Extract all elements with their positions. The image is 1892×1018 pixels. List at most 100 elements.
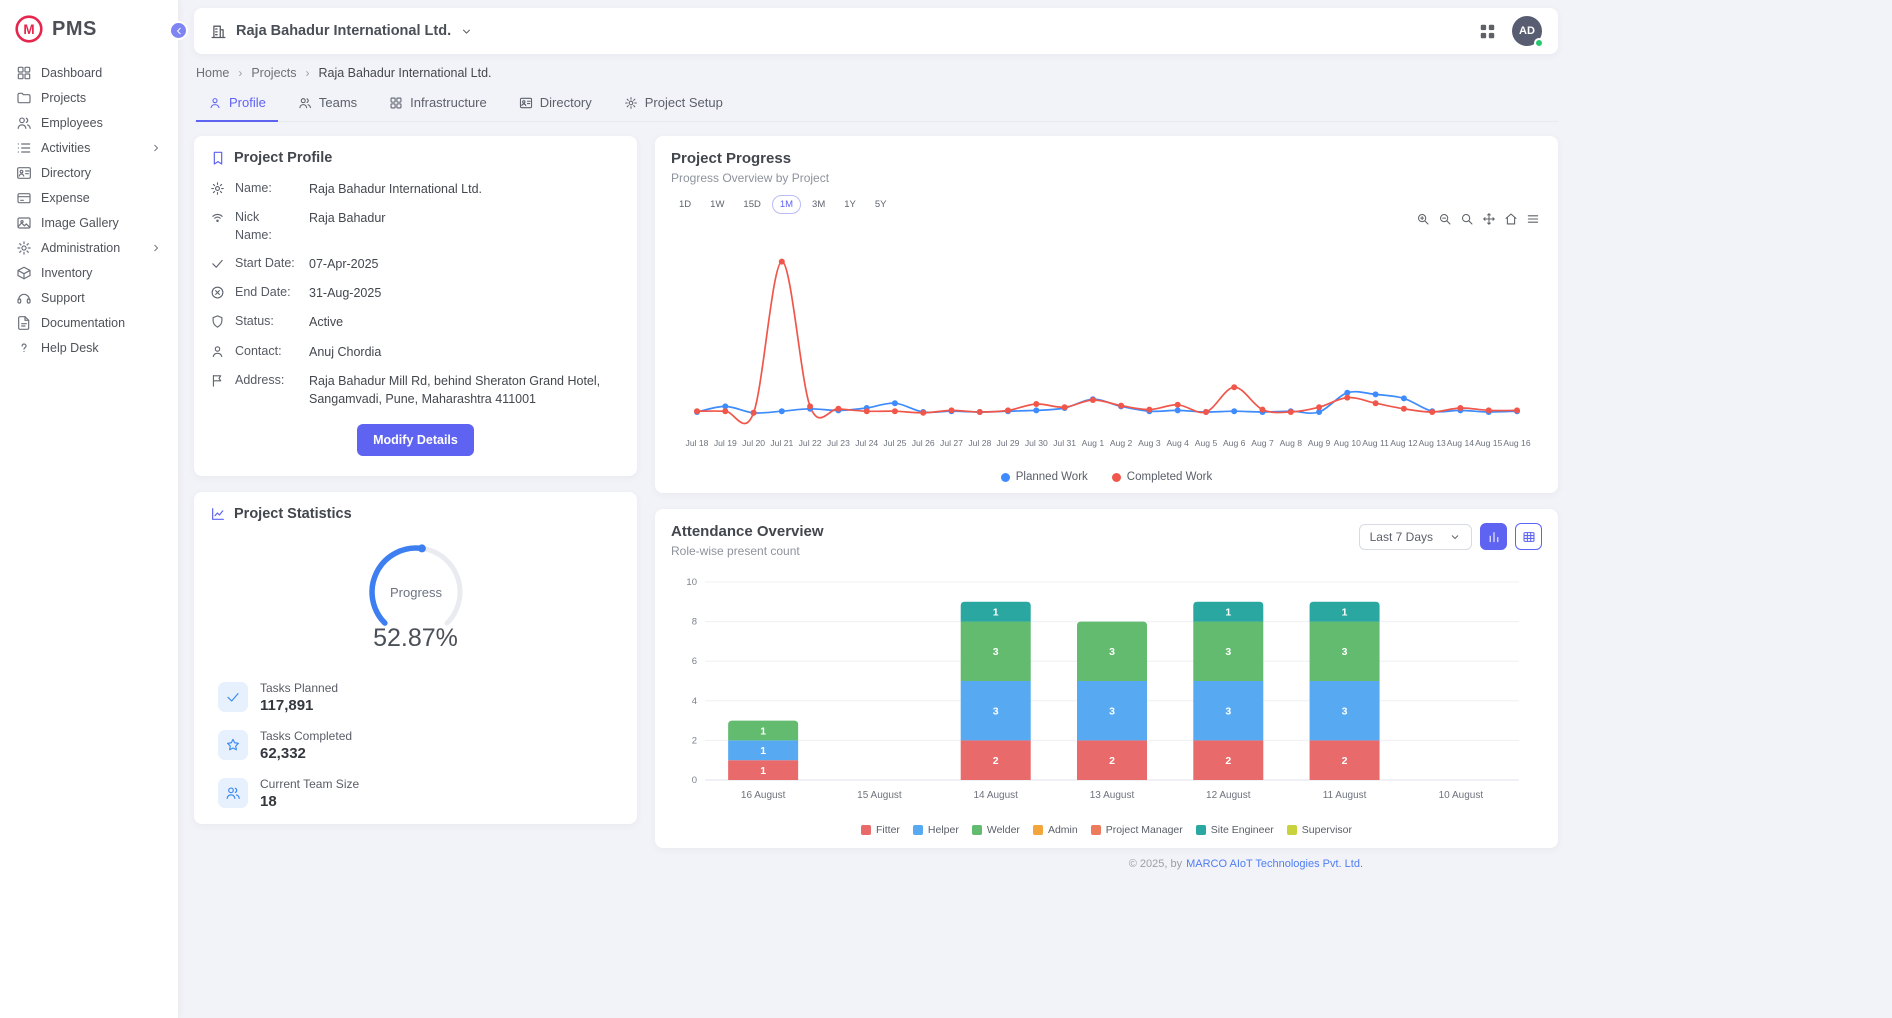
svg-text:Jul 21: Jul 21 xyxy=(770,438,793,448)
sidebar-item-administration[interactable]: Administration xyxy=(0,235,178,260)
svg-text:Aug 15: Aug 15 xyxy=(1475,438,1502,448)
breadcrumb-item-home[interactable]: Home xyxy=(196,66,229,80)
legend-welder[interactable]: Welder xyxy=(972,824,1020,836)
attendance-card-title: Attendance Overview xyxy=(671,523,824,540)
tab-directory[interactable]: Directory xyxy=(507,88,604,122)
zoom-in-icon[interactable] xyxy=(1416,212,1430,226)
sidebar-item-projects[interactable]: Projects xyxy=(0,85,178,110)
bar-chart-icon xyxy=(1487,530,1501,544)
field-label: Start Date: xyxy=(235,255,299,273)
project-progress-card: Project Progress Progress Overview by Pr… xyxy=(655,136,1558,493)
table-icon xyxy=(1522,530,1536,544)
app-logo[interactable]: M PMS xyxy=(0,0,178,60)
sidebar-item-label: Support xyxy=(41,291,85,305)
sidebar-item-image-gallery[interactable]: Image Gallery xyxy=(0,210,178,235)
apps-grid-icon[interactable] xyxy=(1478,22,1497,41)
sidebar-item-dashboard[interactable]: Dashboard xyxy=(0,60,178,85)
svg-text:2: 2 xyxy=(1109,755,1115,767)
tab-profile[interactable]: Profile xyxy=(196,88,278,122)
administration-icon xyxy=(16,240,32,256)
breadcrumb-separator: › xyxy=(238,66,242,80)
breadcrumb-item-projects[interactable]: Projects xyxy=(251,66,296,80)
tab-project-setup[interactable]: Project Setup xyxy=(612,88,735,122)
profile-field-end-date: End Date:31-Aug-2025 xyxy=(210,284,621,302)
sidebar: M PMS DashboardProjectsEmployeesActiviti… xyxy=(0,0,178,1018)
range-pill-5y[interactable]: 5Y xyxy=(867,195,895,214)
legend-admin[interactable]: Admin xyxy=(1033,824,1078,836)
brand-logo-icon: M xyxy=(14,14,44,44)
pan-icon[interactable] xyxy=(1482,212,1496,226)
field-label: Status: xyxy=(235,313,299,331)
sidebar-item-expense[interactable]: Expense xyxy=(0,185,178,210)
chart-icon xyxy=(210,506,226,522)
profile-field-nick-name: Nick Name:Raja Bahadur xyxy=(210,209,621,244)
progress-line-chart[interactable]: Jul 18Jul 19Jul 20Jul 21Jul 22Jul 23Jul … xyxy=(671,236,1540,462)
zoom-out-icon[interactable] xyxy=(1438,212,1452,226)
sidebar-item-documentation[interactable]: Documentation xyxy=(0,310,178,335)
table-view-toggle[interactable] xyxy=(1515,523,1542,550)
range-pill-1d[interactable]: 1D xyxy=(671,195,699,214)
legend-supervisor[interactable]: Supervisor xyxy=(1287,824,1352,836)
range-pill-1y[interactable]: 1Y xyxy=(836,195,864,214)
range-pill-15d[interactable]: 15D xyxy=(735,195,768,214)
check-icon xyxy=(210,256,225,271)
sidebar-item-activities[interactable]: Activities xyxy=(0,135,178,160)
bar-view-toggle[interactable] xyxy=(1480,523,1507,550)
legend-planned-work[interactable]: Planned Work xyxy=(1001,471,1088,483)
sidebar-item-support[interactable]: Support xyxy=(0,285,178,310)
stats-list: Tasks Planned117,891Tasks Completed62,33… xyxy=(210,681,621,810)
svg-text:Aug 3: Aug 3 xyxy=(1138,438,1161,448)
legend-helper[interactable]: Helper xyxy=(913,824,959,836)
documentation-icon xyxy=(16,315,32,331)
sidebar-item-label: Documentation xyxy=(41,316,125,330)
svg-text:Jul 28: Jul 28 xyxy=(968,438,991,448)
svg-text:Jul 18: Jul 18 xyxy=(686,438,709,448)
inventory-icon xyxy=(16,265,32,281)
svg-text:Aug 1: Aug 1 xyxy=(1082,438,1105,448)
range-pill-1w[interactable]: 1W xyxy=(702,195,732,214)
magnifier-icon[interactable] xyxy=(1460,212,1474,226)
svg-text:1: 1 xyxy=(993,607,999,619)
svg-text:M: M xyxy=(23,22,34,37)
attendance-card-subtitle: Role-wise present count xyxy=(671,544,824,558)
chevron-left-icon xyxy=(173,25,185,37)
sidebar-item-label: Administration xyxy=(41,241,120,255)
legend-fitter[interactable]: Fitter xyxy=(861,824,900,836)
tab-infrastructure[interactable]: Infrastructure xyxy=(377,88,499,122)
profile-field-start-date: Start Date:07-Apr-2025 xyxy=(210,255,621,273)
svg-text:Jul 26: Jul 26 xyxy=(912,438,935,448)
image-gallery-icon xyxy=(16,215,32,231)
sidebar-item-label: Help Desk xyxy=(41,341,99,355)
legend-completed-work[interactable]: Completed Work xyxy=(1112,471,1212,483)
attendance-controls: Last 7 Days xyxy=(1359,523,1542,550)
activities-icon xyxy=(16,140,32,156)
bookmark-icon xyxy=(210,150,226,166)
legend-site-engineer[interactable]: Site Engineer xyxy=(1196,824,1274,836)
home-icon[interactable] xyxy=(1504,212,1518,226)
projects-icon xyxy=(16,90,32,106)
sidebar-item-employees[interactable]: Employees xyxy=(0,110,178,135)
sidebar-collapse-button[interactable] xyxy=(169,21,188,40)
svg-text:2: 2 xyxy=(1225,755,1231,767)
stat-label: Tasks Planned xyxy=(260,681,338,695)
date-range-select[interactable]: Last 7 Days xyxy=(1359,524,1472,550)
range-pill-3m[interactable]: 3M xyxy=(804,195,833,214)
modify-details-button[interactable]: Modify Details xyxy=(357,424,474,456)
menu-icon[interactable] xyxy=(1526,212,1540,226)
broadcast-icon xyxy=(210,210,225,225)
help-icon xyxy=(16,340,32,356)
field-value: 31-Aug-2025 xyxy=(309,284,621,302)
profile-field-contact: Contact:Anuj Chordia xyxy=(210,343,621,361)
company-selector[interactable]: Raja Bahadur International Ltd. xyxy=(210,23,473,40)
svg-text:3: 3 xyxy=(1342,706,1348,718)
tab-teams[interactable]: Teams xyxy=(286,88,369,122)
user-avatar[interactable]: AD xyxy=(1512,16,1542,46)
attendance-bar-chart[interactable]: 024681011116 August15 August233114 Augus… xyxy=(671,572,1529,816)
sidebar-item-directory[interactable]: Directory xyxy=(0,160,178,185)
range-pill-1m[interactable]: 1M xyxy=(772,195,801,214)
footer-company-link[interactable]: MARCO AIoT Technologies Pvt. Ltd. xyxy=(1186,858,1363,870)
sidebar-item-help-desk[interactable]: Help Desk xyxy=(0,335,178,360)
svg-text:Jul 24: Jul 24 xyxy=(855,438,878,448)
sidebar-item-inventory[interactable]: Inventory xyxy=(0,260,178,285)
legend-project-manager[interactable]: Project Manager xyxy=(1091,824,1183,836)
